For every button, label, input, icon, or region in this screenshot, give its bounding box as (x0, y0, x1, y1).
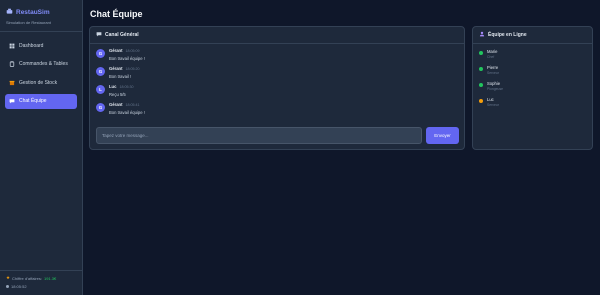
away-status-dot (479, 99, 483, 103)
current-time: 18:05:52 (11, 284, 27, 289)
revenue-label: Chiffre d'affaires: (12, 275, 43, 281)
message-author: Luc (109, 84, 117, 89)
message-author: Gérant (109, 48, 123, 53)
team-member: Sophie Plongeuse (479, 81, 586, 97)
message-composer: Envoyer (96, 127, 459, 144)
chat-message: G Gérant 18:05:41 Bon travail équipe ! (96, 102, 458, 120)
brand: RestauSim Simulation de Restaurant (0, 0, 82, 32)
avatar: G (96, 49, 105, 58)
member-name: Pierre (487, 65, 499, 70)
message-text: Bon travail équipe ! (109, 110, 145, 115)
avatar: G (96, 103, 105, 112)
app-subtitle: Simulation de Restaurant (6, 20, 51, 25)
message-text: Bon travail ! (109, 74, 132, 79)
sidebar-item-orders[interactable]: Commandes & Tables (5, 57, 77, 72)
member-role: Chef (487, 55, 495, 59)
sidebar-footer: ★ Chiffre d'affaires: 191.3€ 18:05:52 (0, 270, 82, 295)
online-status-dot (479, 51, 483, 55)
channel-title: Canal Général (105, 32, 139, 38)
team-list: Marie Chef Pierre Serveur Sophie Plongeu… (473, 44, 592, 118)
sidebar-item-stock[interactable]: Gestion de Stock (5, 75, 77, 90)
member-role: Plongeuse (487, 87, 504, 91)
message-time: 18:05:09 (125, 49, 140, 53)
clock-icon (6, 285, 9, 288)
sidebar: RestauSim Simulation de Restaurant Dashb… (0, 0, 83, 295)
sidebar-item-label: Chat Équipe (19, 98, 47, 104)
sidebar-item-label: Gestion de Stock (19, 79, 58, 86)
clock-line: 18:05:52 (6, 284, 76, 289)
team-member: Marie Chef (479, 49, 586, 65)
revenue-value: 191.3€ (44, 275, 57, 281)
app-name: RestauSim (16, 9, 50, 16)
message-time: 18:05:20 (125, 67, 140, 71)
avatar: G (96, 67, 105, 76)
box-icon (9, 80, 15, 86)
member-role: Serveur (487, 103, 499, 107)
online-status-dot (479, 67, 483, 71)
chat-message: G Gérant 18:05:09 Bon travail équipe ! (96, 48, 458, 66)
message-list: G Gérant 18:05:09 Bon travail équipe ! G… (90, 44, 464, 124)
chat-bubble-icon (96, 31, 102, 39)
chat-message: L Luc 18:05:30 Reçu 5/5 (96, 84, 458, 102)
member-name: Marie (487, 49, 498, 54)
revenue-line: ★ Chiffre d'affaires: 191.3€ (6, 275, 76, 281)
star-icon: ★ (6, 275, 11, 280)
sidebar-item-label: Dashboard (19, 42, 44, 49)
member-name: Sophie (487, 81, 501, 86)
restaurant-logo-icon (6, 8, 13, 17)
chat-icon (9, 98, 15, 104)
clipboard-icon (9, 61, 15, 67)
message-input[interactable] (96, 127, 422, 144)
message-text: Reçu 5/5 (109, 92, 126, 97)
sidebar-item-chat[interactable]: Chat Équipe (5, 93, 77, 109)
message-author: Gérant (109, 66, 123, 71)
message-time: 18:05:41 (125, 103, 140, 107)
online-status-dot (479, 83, 483, 87)
team-header: Équipe en Ligne (473, 27, 592, 44)
dashboard-icon (9, 43, 15, 49)
message-author: Gérant (109, 102, 123, 107)
channel-header: Canal Général (90, 27, 464, 44)
send-button[interactable]: Envoyer (426, 127, 459, 144)
team-member: Pierre Serveur (479, 65, 586, 81)
member-name: Luc (487, 97, 494, 102)
team-member: Luc Serveur (479, 97, 586, 113)
sidebar-nav: Dashboard Commandes & Tables Gestion de … (0, 32, 82, 118)
team-panel: Équipe en Ligne Marie Chef Pierre Serveu… (472, 26, 593, 150)
chat-panel: Canal Général G Gérant 18:05:09 Bon trav… (89, 26, 465, 150)
message-time: 18:05:30 (119, 85, 134, 89)
avatar: L (96, 85, 105, 94)
sidebar-item-dashboard[interactable]: Dashboard (5, 38, 77, 53)
chat-message: G Gérant 18:05:20 Bon travail ! (96, 66, 458, 84)
message-text: Bon travail équipe ! (109, 56, 145, 61)
member-role: Serveur (487, 71, 499, 75)
sidebar-item-label: Commandes & Tables (19, 61, 68, 67)
team-icon (479, 31, 485, 39)
team-title: Équipe en Ligne (488, 32, 527, 38)
page-title: Chat Équipe (90, 9, 143, 19)
